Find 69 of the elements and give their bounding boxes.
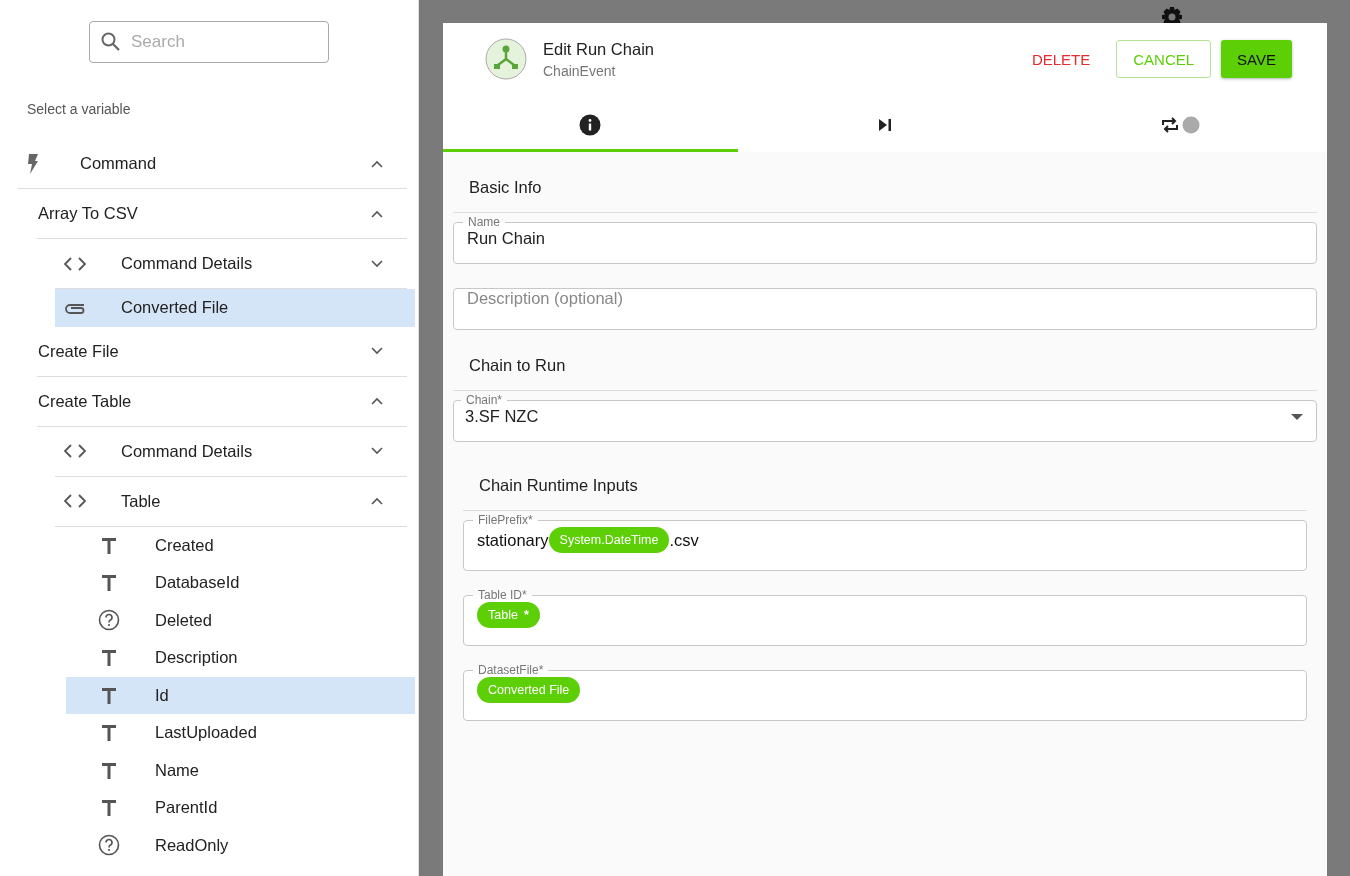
chevron-up-icon[interactable]	[371, 159, 383, 168]
token-field[interactable]: Table ID* Table *	[463, 588, 1307, 646]
chevron-up-icon[interactable]	[371, 397, 383, 405]
text-field[interactable]: Name Run Chain	[453, 215, 1317, 264]
variable-item[interactable]: Converted File	[55, 289, 415, 327]
text-type-icon	[101, 799, 117, 817]
info-icon	[579, 113, 602, 136]
code-icon	[64, 256, 86, 271]
skip-next-icon	[878, 117, 892, 132]
field-label: Name	[467, 215, 501, 229]
variable-item[interactable]: Deleted	[66, 601, 407, 639]
variable-item[interactable]: Command	[18, 139, 407, 189]
search-icon	[101, 32, 120, 51]
variable-item[interactable]: Table	[55, 476, 407, 527]
variable-item[interactable]: Description	[66, 639, 407, 677]
token-field[interactable]: FilePrefix* stationary System.DateTime .csv	[463, 513, 1307, 571]
variable-item[interactable]: LastUploaded	[66, 714, 407, 752]
text-type-icon	[101, 686, 117, 704]
chevron-down-icon[interactable]	[371, 347, 383, 355]
repeat-icon	[1159, 114, 1180, 135]
field-label: DatasetFile*	[477, 663, 545, 677]
lightning-icon	[27, 153, 39, 174]
dialog-subtitle: ChainEvent	[543, 62, 617, 79]
chevron-down-icon[interactable]	[371, 259, 383, 268]
field-placeholder: Description (optional)	[467, 289, 624, 308]
code-icon	[64, 494, 86, 508]
field-value: Run Chain	[467, 229, 546, 248]
field-text: .csv	[669, 530, 699, 550]
dropdown-arrow-icon	[1291, 413, 1303, 420]
variable-item[interactable]: Command Details	[55, 426, 407, 477]
variable-item[interactable]: DatabaseId	[66, 564, 407, 602]
text-type-icon	[101, 649, 117, 667]
chain-select[interactable]: Chain* 3.SF NZC	[453, 393, 1317, 442]
text-field[interactable]: Description (optional)	[453, 288, 1317, 330]
chevron-up-icon[interactable]	[371, 497, 383, 505]
text-type-icon	[101, 574, 117, 592]
section-heading: Chain Runtime Inputs	[463, 450, 1307, 511]
variable-item[interactable]: Create Table	[37, 376, 407, 427]
question-circle-icon	[98, 609, 120, 632]
chevron-up-icon[interactable]	[371, 209, 383, 218]
section-heading: Basic Info	[453, 152, 1317, 213]
chevron-down-icon[interactable]	[371, 447, 383, 455]
status-dot-icon	[1181, 115, 1200, 134]
section-heading: Chain to Run	[453, 330, 1317, 391]
section-heading: Select a variable	[27, 101, 132, 117]
field-value: 3.SF NZC	[465, 407, 540, 426]
variable-item[interactable]: ParentId	[66, 789, 407, 827]
field-label: Chain*	[465, 393, 504, 407]
field-label: FilePrefix*	[477, 513, 534, 527]
variable-item[interactable]: ReadOnly	[66, 826, 407, 864]
variable-item[interactable]: Array To CSV	[37, 189, 407, 239]
text-type-icon	[101, 724, 117, 742]
field-label: Table ID*	[477, 588, 528, 602]
token-field[interactable]: DatasetFile* Converted File	[463, 663, 1307, 721]
text-type-icon	[101, 536, 117, 554]
variable-item[interactable]: Id	[66, 676, 415, 714]
dialog-title: Edit Run Chain	[543, 39, 655, 59]
save-button[interactable]: SAVE	[1221, 40, 1292, 78]
chain-logo-icon	[485, 38, 527, 80]
variable-item[interactable]: Create File	[37, 326, 407, 377]
paperclip-icon	[64, 301, 86, 314]
delete-button[interactable]: DELETE	[1015, 40, 1107, 78]
variable-item[interactable]: Name	[66, 751, 407, 789]
variable-item[interactable]: Created	[66, 526, 407, 564]
field-text: stationary	[477, 530, 549, 550]
code-icon	[64, 444, 86, 458]
text-type-icon	[101, 761, 117, 779]
question-circle-icon	[98, 834, 120, 857]
search-field[interactable]: Search	[89, 21, 329, 63]
